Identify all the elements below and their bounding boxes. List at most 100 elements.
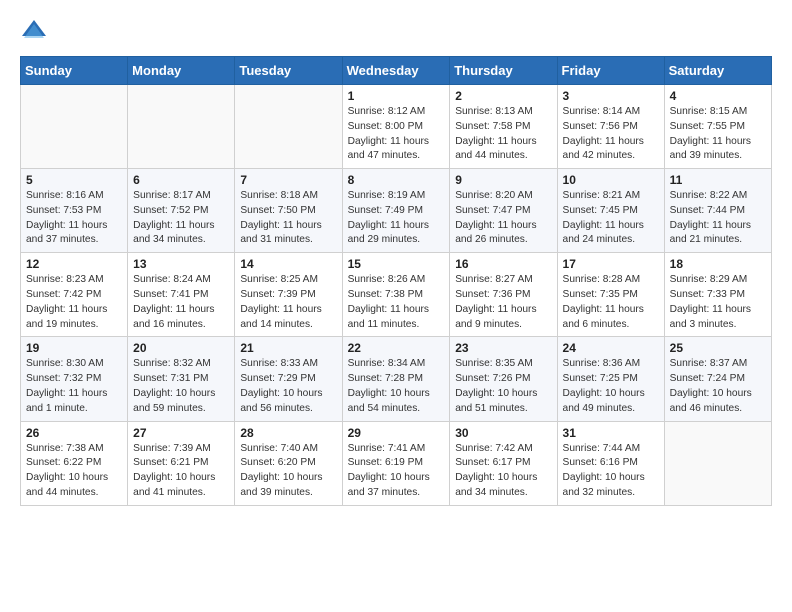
day-info: Sunrise: 7:38 AM Sunset: 6:22 PM Dayligh… [26,442,122,501]
day-number: 6 [133,173,229,187]
day-info: Sunrise: 8:29 AM Sunset: 7:33 PM Dayligh… [670,273,766,332]
day-number: 9 [455,173,551,187]
calendar-cell [235,85,342,169]
day-info: Sunrise: 8:34 AM Sunset: 7:28 PM Dayligh… [348,357,445,416]
day-number: 11 [670,173,766,187]
day-number: 12 [26,257,122,271]
calendar-cell: 18 Sunrise: 8:29 AM Sunset: 7:33 PM Dayli… [664,253,771,337]
calendar-cell [21,85,128,169]
day-number: 31 [563,426,659,440]
day-number: 8 [348,173,445,187]
calendar-header-row: SundayMondayTuesdayWednesdayThursdayFrid… [21,57,772,85]
calendar-cell: 16 Sunrise: 8:27 AM Sunset: 7:36 PM Dayli… [450,253,557,337]
calendar-week-3: 12Sunrise: 8:23 AM Sunset: 7:42 PM Dayli… [21,253,772,337]
day-number: 18 [670,257,766,271]
calendar-cell: 21 Sunrise: 8:33 AM Sunset: 7:29 PM Dayli… [235,337,342,421]
day-info: Sunrise: 8:19 AM Sunset: 7:49 PM Dayligh… [348,189,445,248]
day-info: Sunrise: 8:13 AM Sunset: 7:58 PM Dayligh… [455,105,551,164]
day-number: 14 [240,257,336,271]
day-number: 13 [133,257,229,271]
calendar-cell: 19 Sunrise: 8:30 AM Sunset: 7:32 PM Dayli… [21,337,128,421]
day-info: Sunrise: 8:18 AM Sunset: 7:50 PM Dayligh… [240,189,336,248]
day-number: 10 [563,173,659,187]
day-number: 4 [670,89,766,103]
calendar-cell: 17 Sunrise: 8:28 AM Sunset: 7:35 PM Dayli… [557,253,664,337]
day-info: Sunrise: 8:14 AM Sunset: 7:56 PM Dayligh… [563,105,659,164]
day-header-thursday: Thursday [450,57,557,85]
day-info: Sunrise: 8:27 AM Sunset: 7:36 PM Dayligh… [455,273,551,332]
day-number: 7 [240,173,336,187]
day-header-wednesday: Wednesday [342,57,450,85]
day-header-saturday: Saturday [664,57,771,85]
day-info: Sunrise: 8:28 AM Sunset: 7:35 PM Dayligh… [563,273,659,332]
day-number: 25 [670,341,766,355]
logo-icon [20,16,48,44]
day-info: Sunrise: 8:25 AM Sunset: 7:39 PM Dayligh… [240,273,336,332]
day-info: Sunrise: 8:15 AM Sunset: 7:55 PM Dayligh… [670,105,766,164]
calendar-cell: 22 Sunrise: 8:34 AM Sunset: 7:28 PM Dayli… [342,337,450,421]
day-number: 27 [133,426,229,440]
day-number: 17 [563,257,659,271]
day-number: 23 [455,341,551,355]
day-info: Sunrise: 8:24 AM Sunset: 7:41 PM Dayligh… [133,273,229,332]
day-header-monday: Monday [128,57,235,85]
day-info: Sunrise: 7:44 AM Sunset: 6:16 PM Dayligh… [563,442,659,501]
calendar-cell: 5 Sunrise: 8:16 AM Sunset: 7:53 PM Daylig… [21,169,128,253]
day-number: 20 [133,341,229,355]
day-info: Sunrise: 8:36 AM Sunset: 7:25 PM Dayligh… [563,357,659,416]
logo [20,16,52,44]
day-info: Sunrise: 8:16 AM Sunset: 7:53 PM Dayligh… [26,189,122,248]
calendar-cell: 10 Sunrise: 8:21 AM Sunset: 7:45 PM Dayli… [557,169,664,253]
day-number: 1 [348,89,445,103]
calendar-cell: 26 Sunrise: 7:38 AM Sunset: 6:22 PM Dayli… [21,421,128,505]
day-info: Sunrise: 8:32 AM Sunset: 7:31 PM Dayligh… [133,357,229,416]
calendar: SundayMondayTuesdayWednesdayThursdayFrid… [20,56,772,506]
calendar-cell: 28Sunrise: 7:40 AM Sunset: 6:20 PM Dayli… [235,421,342,505]
calendar-cell: 29Sunrise: 7:41 AM Sunset: 6:19 PM Dayli… [342,421,450,505]
calendar-cell: 27 Sunrise: 7:39 AM Sunset: 6:21 PM Dayli… [128,421,235,505]
calendar-cell: 3 Sunrise: 8:14 AM Sunset: 7:56 PM Daylig… [557,85,664,169]
calendar-week-2: 5 Sunrise: 8:16 AM Sunset: 7:53 PM Daylig… [21,169,772,253]
calendar-cell: 6 Sunrise: 8:17 AM Sunset: 7:52 PM Daylig… [128,169,235,253]
day-info: Sunrise: 8:17 AM Sunset: 7:52 PM Dayligh… [133,189,229,248]
calendar-cell: 31 Sunrise: 7:44 AM Sunset: 6:16 PM Dayli… [557,421,664,505]
day-info: Sunrise: 8:22 AM Sunset: 7:44 PM Dayligh… [670,189,766,248]
day-number: 5 [26,173,122,187]
calendar-cell: 4 Sunrise: 8:15 AM Sunset: 7:55 PM Daylig… [664,85,771,169]
day-info: Sunrise: 8:12 AM Sunset: 8:00 PM Dayligh… [348,105,445,164]
day-info: Sunrise: 7:40 AM Sunset: 6:20 PM Dayligh… [240,442,336,501]
day-info: Sunrise: 8:30 AM Sunset: 7:32 PM Dayligh… [26,357,122,416]
day-number: 21 [240,341,336,355]
day-number: 2 [455,89,551,103]
day-info: Sunrise: 7:39 AM Sunset: 6:21 PM Dayligh… [133,442,229,501]
day-info: Sunrise: 8:21 AM Sunset: 7:45 PM Dayligh… [563,189,659,248]
day-number: 24 [563,341,659,355]
day-number: 3 [563,89,659,103]
calendar-week-5: 26 Sunrise: 7:38 AM Sunset: 6:22 PM Dayli… [21,421,772,505]
day-header-sunday: Sunday [21,57,128,85]
calendar-cell: 9 Sunrise: 8:20 AM Sunset: 7:47 PM Daylig… [450,169,557,253]
day-number: 22 [348,341,445,355]
calendar-week-4: 19 Sunrise: 8:30 AM Sunset: 7:32 PM Dayli… [21,337,772,421]
calendar-cell: 8 Sunrise: 8:19 AM Sunset: 7:49 PM Daylig… [342,169,450,253]
day-info: Sunrise: 8:37 AM Sunset: 7:24 PM Dayligh… [670,357,766,416]
day-info: Sunrise: 8:35 AM Sunset: 7:26 PM Dayligh… [455,357,551,416]
day-number: 19 [26,341,122,355]
day-info: Sunrise: 8:33 AM Sunset: 7:29 PM Dayligh… [240,357,336,416]
calendar-cell: 25 Sunrise: 8:37 AM Sunset: 7:24 PM Dayli… [664,337,771,421]
calendar-cell: 14 Sunrise: 8:25 AM Sunset: 7:39 PM Dayli… [235,253,342,337]
day-number: 26 [26,426,122,440]
day-header-friday: Friday [557,57,664,85]
day-info: Sunrise: 8:20 AM Sunset: 7:47 PM Dayligh… [455,189,551,248]
calendar-cell: 1 Sunrise: 8:12 AM Sunset: 8:00 PM Daylig… [342,85,450,169]
calendar-cell: 12Sunrise: 8:23 AM Sunset: 7:42 PM Dayli… [21,253,128,337]
calendar-cell: 7 Sunrise: 8:18 AM Sunset: 7:50 PM Daylig… [235,169,342,253]
day-number: 15 [348,257,445,271]
calendar-week-1: 1 Sunrise: 8:12 AM Sunset: 8:00 PM Daylig… [21,85,772,169]
day-number: 16 [455,257,551,271]
calendar-cell: 13 Sunrise: 8:24 AM Sunset: 7:41 PM Dayli… [128,253,235,337]
header [20,16,772,44]
calendar-cell: 23 Sunrise: 8:35 AM Sunset: 7:26 PM Dayli… [450,337,557,421]
day-info: Sunrise: 8:26 AM Sunset: 7:38 PM Dayligh… [348,273,445,332]
day-number: 29 [348,426,445,440]
